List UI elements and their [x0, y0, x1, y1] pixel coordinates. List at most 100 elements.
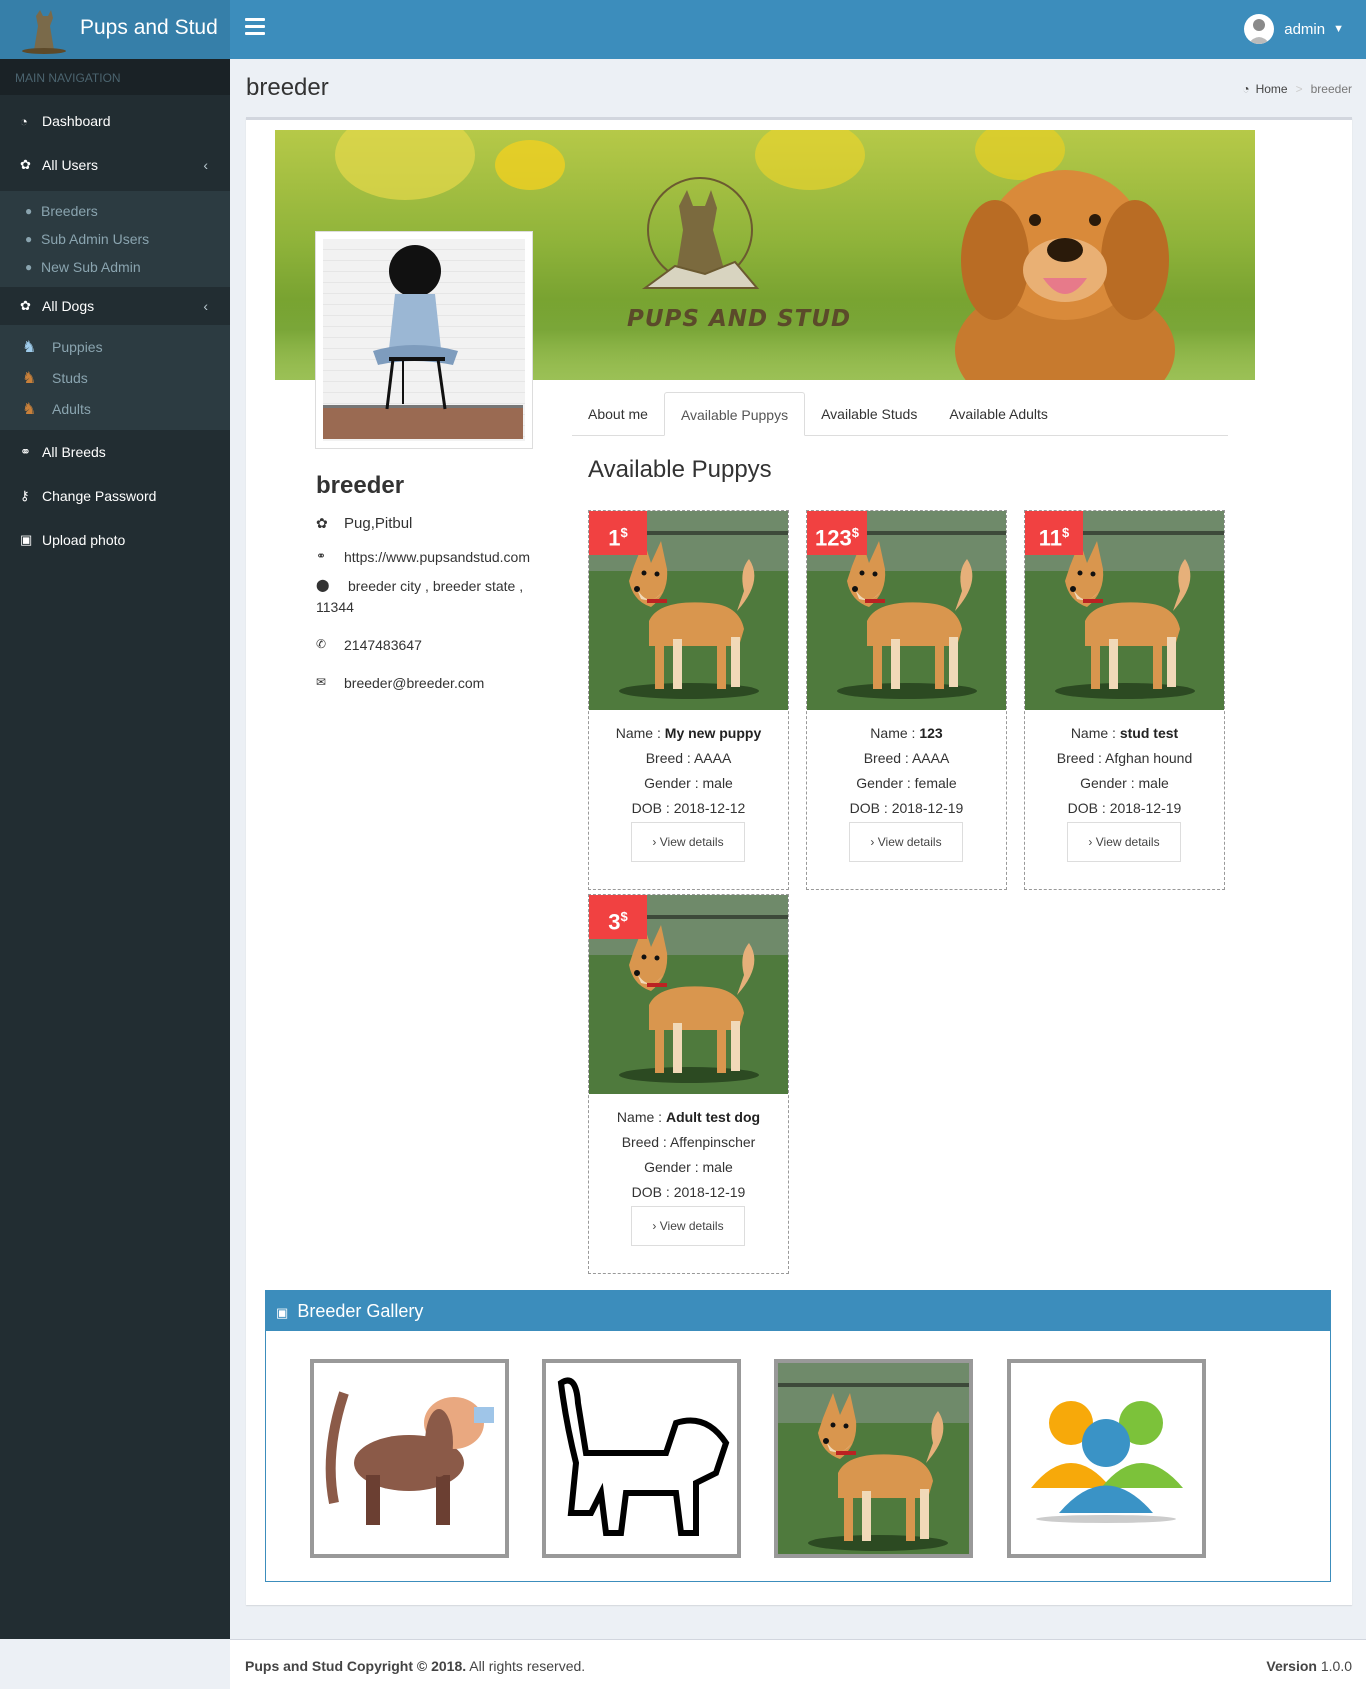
price-badge: 3$: [589, 895, 647, 939]
sidebar-item-breeders[interactable]: ● Breeders: [0, 197, 230, 225]
stud-icon: ♞: [22, 369, 37, 387]
breadcrumb-current: breeder: [1310, 82, 1352, 96]
dog-card: 123$ Name : 123 Breed : AAAA Gender : fe…: [806, 510, 1007, 890]
paw-icon: ✿: [20, 157, 31, 172]
view-details-label: View details: [1095, 835, 1160, 849]
gender-label: Gender: [644, 775, 691, 791]
profile-name: breeder: [316, 472, 405, 499]
link-icon: ⚭: [20, 444, 31, 459]
sidebar-item-label: Upload photo: [42, 532, 126, 548]
chevron-down-icon: ▼: [1333, 23, 1344, 35]
view-details-button[interactable]: › View details: [631, 1206, 745, 1246]
gallery-image-dog-cartoon[interactable]: [310, 1359, 509, 1558]
profile-email: breeder@breeder.com: [344, 675, 485, 691]
tab-available-adults[interactable]: Available Adults: [933, 392, 1064, 436]
profile-breeds: Pug,Pitbul: [344, 515, 413, 532]
gallery-image-dog-photo[interactable]: [774, 1359, 973, 1558]
sidebar-item-dashboard[interactable]: ◔ Dashboard: [0, 99, 230, 143]
dog-dob: 2018-12-12: [673, 800, 746, 816]
dog-info: Name : 123 Breed : AAAA Gender : female …: [849, 725, 964, 816]
sidebar-item-label: Adults: [52, 400, 91, 417]
banner-logo-text: PUPS AND STUD: [627, 306, 852, 332]
gallery-image-dog-outline[interactable]: [542, 1359, 741, 1558]
app-title: Pups and Stud: [80, 16, 218, 39]
dog-name: My new puppy: [664, 725, 762, 741]
paw-icon: ✿: [20, 298, 31, 313]
profile-website-link[interactable]: https://www.pupsandstud.com: [344, 549, 530, 565]
sidebar-item-new-sub-admin[interactable]: ● New Sub Admin: [0, 253, 230, 281]
tab-about-me[interactable]: About me: [572, 392, 664, 436]
name-label: Name: [870, 725, 908, 741]
map-marker-icon: ⬤: [316, 578, 330, 592]
breadcrumb: ◔ Home > breeder: [1242, 82, 1352, 96]
tab-available-puppys[interactable]: Available Puppys: [663, 392, 806, 436]
sidebar-item-label: All Breeds: [42, 444, 106, 460]
version-number: 1.0.0: [1320, 1658, 1352, 1674]
user-icon: ●: [25, 204, 33, 218]
breed-label: Breed: [621, 1134, 660, 1150]
price-value: 1: [608, 525, 621, 551]
sidebar-item-studs[interactable]: ♞ Studs: [0, 362, 230, 393]
breadcrumb-home-link[interactable]: Home: [1256, 82, 1288, 96]
currency-symbol: $: [851, 525, 859, 540]
sidebar-toggle-button[interactable]: [245, 18, 265, 40]
price-badge: 123$: [807, 511, 867, 555]
price-badge: 11$: [1025, 511, 1083, 555]
image-icon: ▣: [276, 1305, 289, 1320]
sidebar-item-change-password[interactable]: ⚷ Change Password: [0, 474, 230, 518]
dog-name: Adult test dog: [665, 1109, 761, 1125]
dog-gender: female: [914, 775, 957, 791]
sidebar-item-upload-photo[interactable]: ▣ Upload photo: [0, 518, 230, 562]
dog-gender: male: [702, 775, 733, 791]
sidebar-item-puppies[interactable]: ♞ Puppies: [0, 331, 230, 362]
dogs-submenu: ♞ Puppies ♞ Studs ♞ Adults: [0, 325, 230, 430]
profile-photo: [315, 231, 533, 449]
version-label: Version: [1266, 1658, 1317, 1674]
dog-photo: [955, 170, 1175, 380]
dog-breed: AAAA: [693, 750, 732, 766]
currency-symbol: $: [620, 909, 628, 924]
user-menu[interactable]: admin ▼: [1244, 14, 1344, 44]
profile-address-line2: 11344: [316, 599, 354, 615]
dog-name: stud test: [1119, 725, 1179, 741]
nav-header: MAIN NAVIGATION: [0, 59, 230, 95]
gallery-image-users-icon[interactable]: [1007, 1359, 1206, 1558]
sidebar-item-all-breeds[interactable]: ⚭ All Breeds: [0, 430, 230, 474]
dog-info: Name : Adult test dog Breed : Affenpinsc…: [616, 1109, 761, 1200]
view-details-button[interactable]: › View details: [849, 822, 963, 862]
sidebar-item-adults[interactable]: ♞ Adults: [0, 393, 230, 424]
name-label: Name: [616, 1109, 655, 1125]
section-title: Available Puppys: [588, 456, 772, 483]
dog-card: 3$ Name : Adult test dog Breed : Affenpi…: [588, 894, 789, 1274]
profile-phone: 2147483647: [344, 637, 422, 653]
dog-dob: 2018-12-19: [1109, 800, 1182, 816]
address-row-2: 11344: [316, 599, 354, 615]
view-details-button[interactable]: › View details: [1067, 822, 1181, 862]
logo-icon: [641, 177, 760, 289]
tab-available-studs[interactable]: Available Studs: [805, 392, 933, 436]
sidebar-item-label: Sub Admin Users: [41, 231, 150, 247]
logo-icon: [22, 10, 66, 54]
breed-label: Breed: [1056, 750, 1095, 766]
sidebar-item-all-users[interactable]: ✿ All Users ‹: [0, 143, 230, 187]
footer-brand: Pups and Stud: [245, 1658, 343, 1674]
price-value: 3: [608, 909, 621, 935]
footer-copyright: Pups and Stud Copyright © 2018. All righ…: [245, 1658, 585, 1674]
footer-version: Version 1.0.0: [1266, 1658, 1352, 1674]
sidebar-item-label: New Sub Admin: [41, 259, 141, 275]
breadcrumb-separator: >: [1295, 82, 1303, 96]
dob-label: DOB: [631, 800, 663, 816]
sidebar-item-sub-admin-users[interactable]: ● Sub Admin Users: [0, 225, 230, 253]
breeder-gallery: ▣ Breeder Gallery: [265, 1290, 1331, 1582]
sidebar-item-all-dogs[interactable]: ✿ All Dogs ‹: [0, 287, 230, 325]
gender-label: Gender: [644, 1159, 691, 1175]
dob-label: DOB: [1067, 800, 1099, 816]
chevron-left-icon: ‹: [203, 298, 208, 314]
profile-box: PUPS AND STUD breeder ✿ Pug,Pitbul ⚭ htt…: [246, 117, 1352, 1605]
dog-card: 1$ Name : My new puppy Breed : AAAA Gend…: [588, 510, 789, 890]
footer: Pups and Stud Copyright © 2018. All righ…: [230, 1639, 1366, 1689]
view-details-button[interactable]: › View details: [631, 822, 745, 862]
logo-area[interactable]: Pups and Stud: [0, 0, 230, 59]
puppy-icon: ♞: [22, 338, 37, 356]
view-details-label: View details: [659, 835, 724, 849]
